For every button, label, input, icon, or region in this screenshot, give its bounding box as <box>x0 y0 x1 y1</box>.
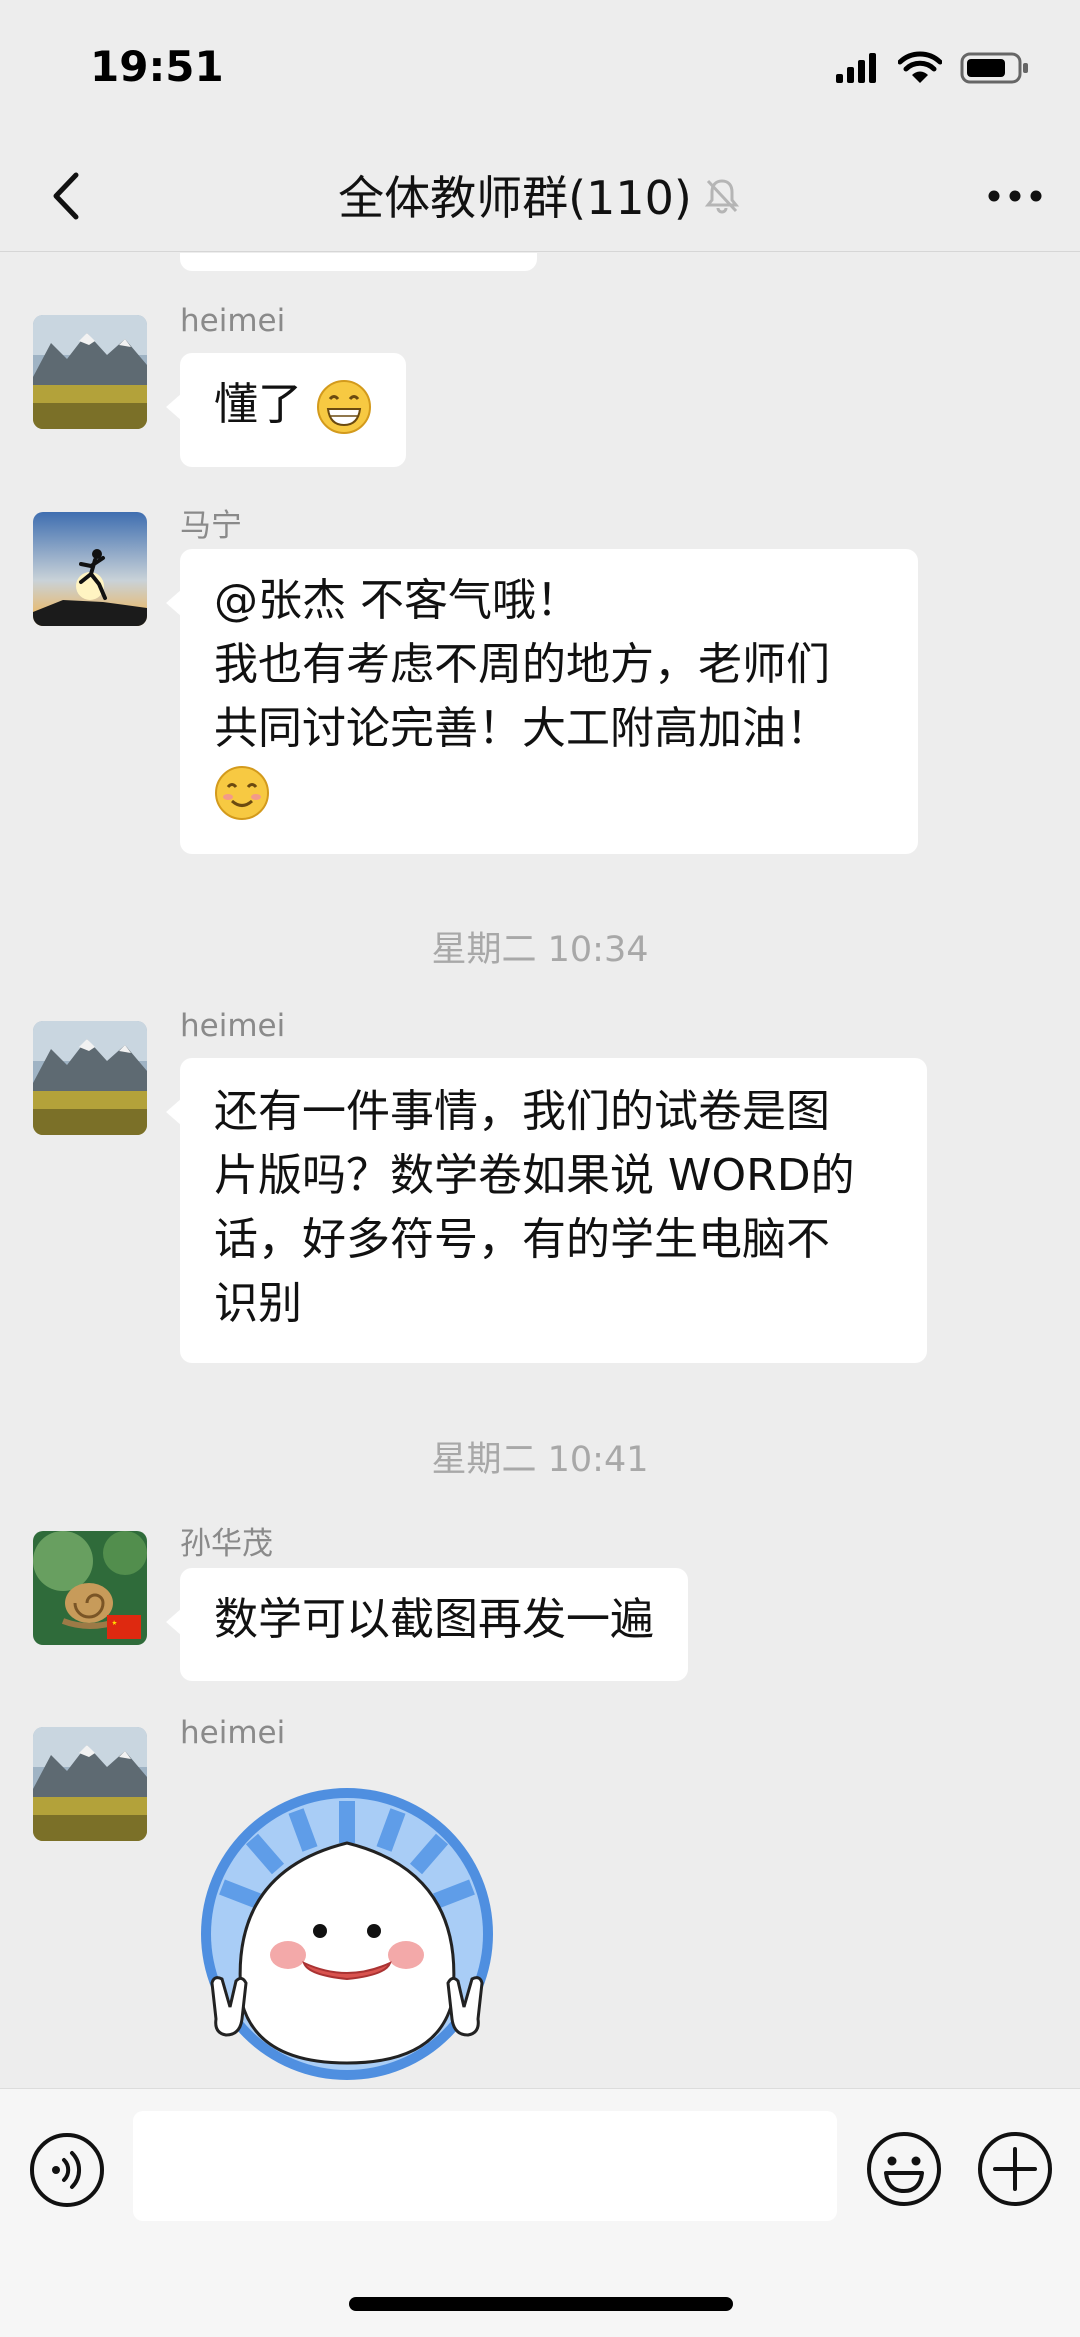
home-indicator[interactable] <box>349 2297 733 2311</box>
smile-emoji-icon <box>215 766 269 820</box>
message-text-line: 我也有考虑不周的地方，老师们 <box>214 639 830 690</box>
message-text-line: @张杰 不客气哦！ <box>214 575 580 626</box>
avatar[interactable] <box>33 1021 147 1135</box>
sender-name: heimei <box>180 1715 286 1751</box>
avatar[interactable] <box>33 315 147 429</box>
snail-flag-avatar-icon <box>33 1531 147 1645</box>
plus-icon <box>978 2132 1052 2206</box>
voice-button[interactable] <box>28 2131 106 2209</box>
avatar[interactable] <box>33 1531 147 1645</box>
emoji-button[interactable] <box>864 2129 944 2209</box>
sender-name: 马宁 <box>180 508 242 544</box>
message-text-line: 共同讨论完善！大工附高加油！ <box>214 703 830 754</box>
peace-sign-blob-sticker-icon <box>201 1788 493 2080</box>
mute-bell-icon <box>704 179 739 214</box>
message-input[interactable] <box>133 2111 837 2221</box>
message-text-line: 数学可以截图再发一遍 <box>214 1594 654 1645</box>
message-text-line: 懂了 <box>214 379 302 430</box>
message-bubble[interactable]: @张杰 不客气哦！ 我也有考虑不周的地方，老师们 共同讨论完善！大工附高加油！ <box>166 549 918 854</box>
signal-icon <box>836 53 876 83</box>
timestamp: 星期二 10:41 <box>431 1440 649 1480</box>
message-text-line: 话，好多符号，有的学生电脑不 <box>214 1214 830 1265</box>
grin-emoji-icon <box>317 380 371 434</box>
voice-icon <box>30 2133 104 2207</box>
message-text-line: 还有一件事情，我们的试卷是图 <box>214 1086 830 1137</box>
chat-area[interactable]: heimei 懂了 马宁 @张杰 不客气哦！ 我也有考虑不周的地方，老师们 共同… <box>0 253 1080 2088</box>
timestamp: 星期二 10:34 <box>431 930 649 970</box>
avatar[interactable] <box>33 512 147 626</box>
status-icons <box>834 48 1030 88</box>
previous-message-bubble[interactable] <box>180 253 537 271</box>
wifi-icon <box>898 51 942 83</box>
sticker-message[interactable] <box>196 1783 498 2085</box>
plus-button[interactable] <box>975 2129 1055 2209</box>
emoji-icon <box>867 2132 941 2206</box>
mountain-avatar-icon <box>33 315 147 429</box>
battery-icon <box>960 52 1028 84</box>
message-text-line: 片版吗？数学卷如果说 WORD的 <box>214 1150 855 1201</box>
sender-name: heimei <box>180 1008 286 1044</box>
more-icon <box>988 190 1042 202</box>
nav-bar: 全体教师群(110) <box>0 140 1080 252</box>
avatar[interactable] <box>33 1727 147 1841</box>
sunset-runner-avatar-icon <box>33 512 147 626</box>
message-bubble[interactable]: 数学可以截图再发一遍 <box>166 1568 688 1681</box>
message-bubble[interactable]: 懂了 <box>166 353 406 467</box>
message-text: 懂了 <box>214 373 372 437</box>
mountain-avatar-icon <box>33 1727 147 1841</box>
chat-title: 全体教师群(110) <box>338 171 692 225</box>
more-button[interactable] <box>980 166 1050 226</box>
status-time: 19:51 <box>90 42 224 91</box>
mountain-avatar-icon <box>33 1021 147 1135</box>
nav-title-wrap: 全体教师群(110) <box>0 162 1080 228</box>
status-bar: 19:51 <box>0 0 1080 140</box>
sender-name: 孙华茂 <box>180 1526 273 1562</box>
message-bubble[interactable]: 还有一件事情，我们的试卷是图 片版吗？数学卷如果说 WORD的 话，好多符号，有… <box>166 1058 927 1363</box>
sender-name: heimei <box>180 303 286 339</box>
message-text-line: 识别 <box>214 1278 302 1329</box>
